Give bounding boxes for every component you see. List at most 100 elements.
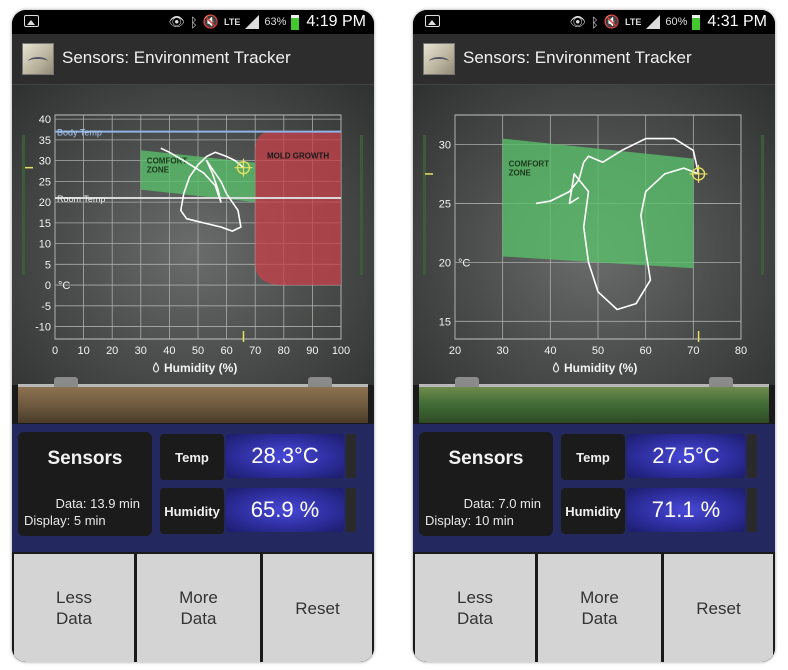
eye-icon: 👁 — [168, 14, 186, 29]
y-tick-label: 30 — [39, 156, 51, 168]
reset-label: Reset — [696, 598, 741, 618]
environment-chart[interactable]: 20 30 40 50 60 70 80 30 25 20 15 °C COMFORT ZONE Humid… — [413, 85, 775, 385]
humidity-value: 71.1 % — [627, 488, 745, 532]
y-tick-label: 25 — [439, 198, 451, 210]
clock: 4:19 PM — [306, 13, 366, 30]
humidity-value-edge — [747, 488, 757, 532]
mute-icon: 🔇 — [603, 14, 621, 29]
shelf-stand-right — [709, 377, 733, 387]
battery-icon — [291, 14, 300, 30]
less-data-label-1: Less — [457, 588, 493, 607]
x-tick-label: 10 — [77, 345, 89, 357]
more-data-button[interactable]: More Data — [137, 554, 260, 662]
sensors-summary: Sensors Data: 13.9 min Display: 5 min — [18, 432, 152, 536]
phone-screen-1: 👁 ᛒ 🔇 LTE 63% 4:19 PM Sensors: Environme… — [12, 10, 374, 662]
eye-icon: 👁 — [569, 14, 587, 29]
x-tick-label: 70 — [249, 345, 261, 357]
reset-label: Reset — [295, 598, 340, 618]
data-duration: Data: 7.0 min — [463, 496, 541, 511]
side-bar-left — [423, 135, 426, 275]
x-tick-label: 20 — [449, 345, 461, 357]
comfort-zone — [502, 138, 694, 269]
more-data-label-1: More — [580, 588, 619, 607]
bluetooth-icon: ᛒ — [591, 14, 599, 30]
signal-icon — [245, 15, 260, 29]
battery-percent: 60% — [665, 16, 688, 28]
less-data-button[interactable]: Less Data — [415, 554, 535, 662]
mold-growth-label: MOLD GROWTH — [267, 152, 329, 161]
temp-value: 27.5°C — [627, 434, 745, 478]
button-bar: Less Data More Data Reset — [413, 552, 775, 662]
chart-svg: 20 30 40 50 60 70 80 30 25 20 15 °C COMFORTZONE Humid… — [423, 114, 764, 375]
x-tick-label: 60 — [220, 345, 232, 357]
x-tick-label: 90 — [306, 345, 318, 357]
image-icon — [24, 15, 39, 27]
shelf-decoration — [18, 377, 368, 423]
app-logo-icon[interactable] — [22, 43, 54, 75]
shelf-stand-left — [455, 377, 479, 387]
less-data-button[interactable]: Less Data — [14, 554, 134, 662]
y-tick-label: 0 — [45, 280, 51, 292]
x-tick-label: 0 — [52, 345, 58, 357]
y-tick-label: 25 — [39, 176, 51, 188]
y-tick-label: 5 — [45, 259, 51, 271]
data-duration: Data: 13.9 min — [55, 496, 140, 511]
more-data-button[interactable]: More Data — [538, 554, 661, 662]
x-tick-label: 20 — [106, 345, 118, 357]
mute-icon: 🔇 — [202, 14, 220, 29]
comfort-zone-label: ZONE — [509, 169, 532, 178]
x-tick-label: 100 — [332, 345, 350, 357]
more-data-label-2: Data — [581, 609, 618, 628]
temp-label: Temp — [160, 434, 224, 480]
sensors-title: Sensors — [448, 448, 524, 469]
comfort-zone-label: COMFORT — [147, 156, 188, 165]
x-tick-label: 70 — [687, 345, 699, 357]
side-bar-right — [360, 135, 363, 275]
reference-line-label: Room Temp — [57, 194, 105, 204]
y-tick-label: -10 — [35, 322, 51, 334]
display-duration: Display: 5 min — [24, 513, 106, 528]
x-axis-label: Humidity (%) — [564, 361, 637, 375]
x-tick-label: 40 — [163, 345, 175, 357]
humidity-value: 65.9 % — [226, 488, 344, 532]
x-tick-label: 80 — [735, 345, 747, 357]
sensor-panel: Sensors Data: 7.0 min Display: 10 min Te… — [413, 424, 775, 552]
side-bar-left — [22, 135, 25, 275]
x-tick-label: 40 — [544, 345, 556, 357]
app-logo-icon[interactable] — [423, 43, 455, 75]
display-duration: Display: 10 min — [425, 513, 514, 528]
reset-button[interactable]: Reset — [263, 554, 372, 662]
battery-percent: 63% — [264, 16, 287, 28]
more-data-label-2: Data — [180, 609, 217, 628]
comfort-zone-label: ZONE — [147, 165, 170, 174]
temp-label: Temp — [561, 434, 625, 480]
x-tick-label: 30 — [135, 345, 147, 357]
image-icon — [425, 15, 440, 27]
celsius-label: °C — [58, 280, 70, 292]
y-tick-label: 10 — [39, 239, 51, 251]
x-axis-label: Humidity (%) — [164, 361, 237, 375]
humidity-label: Humidity — [160, 488, 224, 534]
y-tick-label: 15 — [439, 316, 451, 328]
shelf-decoration — [419, 377, 769, 423]
y-tick-label: 30 — [439, 139, 451, 151]
y-tick-label: 20 — [39, 197, 51, 209]
y-tick-label: -5 — [41, 301, 51, 313]
water-drop-icon — [152, 361, 160, 373]
reset-button[interactable]: Reset — [664, 554, 773, 662]
shelf-stand-left — [54, 377, 78, 387]
app-bar: Sensors: Environment Tracker — [12, 34, 374, 85]
more-data-label-1: More — [179, 588, 218, 607]
y-tick-label: 35 — [39, 135, 51, 147]
celsius-label: °C — [458, 257, 470, 269]
battery-icon — [692, 14, 701, 30]
y-tick-label: 40 — [39, 114, 51, 126]
side-bar-right — [761, 135, 764, 275]
x-tick-label: 50 — [592, 345, 604, 357]
water-drop-icon — [552, 361, 560, 373]
app-title: Sensors: Environment Tracker — [463, 48, 692, 67]
status-bar: 👁 ᛒ 🔇 LTE 63% 4:19 PM — [12, 10, 374, 34]
humidity-value-edge — [346, 488, 356, 532]
sensors-title: Sensors — [47, 448, 123, 469]
environment-chart[interactable]: 0 10 20 30 40 50 60 70 80 90 100 40 35 30 25 20 15 10 5 0 -5… — [12, 85, 374, 385]
